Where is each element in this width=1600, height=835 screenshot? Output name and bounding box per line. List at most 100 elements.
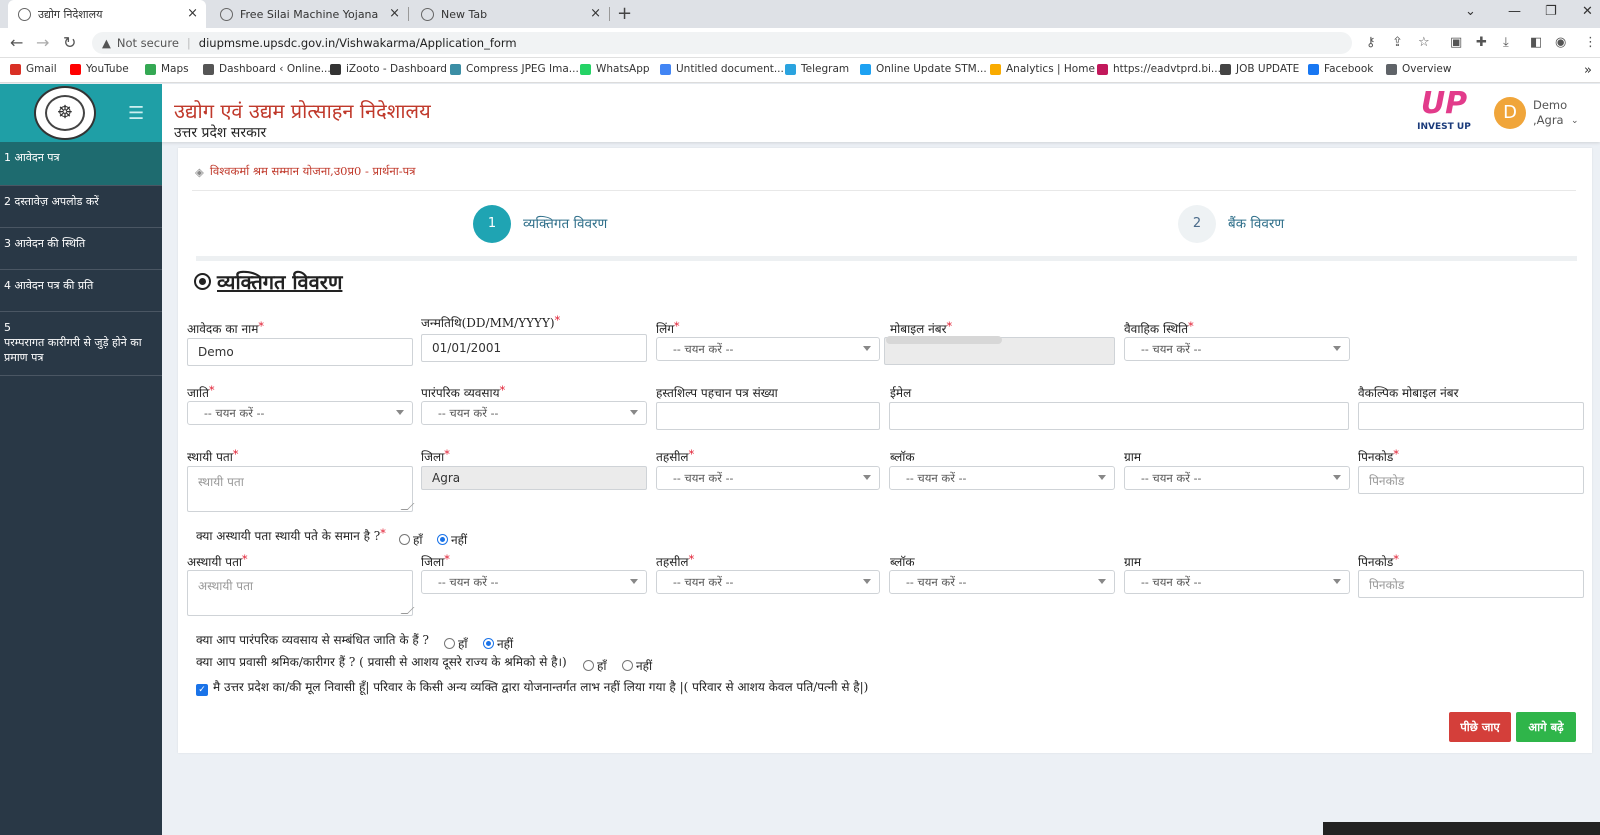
declaration-checkbox[interactable]: ✓ [196, 684, 208, 696]
same-address-no-radio[interactable]: नहीं [437, 531, 467, 548]
dropdown-arrow-icon [630, 410, 638, 415]
browser-tab[interactable]: उद्योग निदेशालय × [8, 0, 206, 28]
temp-village-select[interactable]: -- चयन करें -- [1124, 570, 1350, 594]
extension-icon[interactable]: ▣ [1450, 35, 1462, 50]
key-icon[interactable]: ⚷ [1366, 35, 1376, 50]
whatsapp-icon [580, 63, 591, 75]
menu-dots-icon[interactable]: ⋮ [1584, 35, 1597, 50]
required-mark: * [946, 320, 953, 333]
twitter-icon [860, 63, 871, 75]
craft-id-label: हस्तशिल्प पहचान पत्र संख्या [656, 386, 778, 400]
perm-address-field[interactable]: स्थायी पता [187, 466, 413, 512]
download-icon[interactable]: ⤓ [1503, 35, 1509, 50]
user-menu[interactable]: Demo ,Agra ⌄ [1533, 98, 1579, 128]
radio-circle-icon [437, 534, 448, 545]
marital-status-select[interactable]: -- चयन करें -- [1124, 337, 1350, 361]
alt-mobile-field[interactable] [1358, 402, 1584, 430]
bookmark-izooto[interactable]: iZooto - Dashboard [330, 63, 447, 75]
bookmark-youtube[interactable]: YouTube [70, 63, 129, 75]
forward-arrow-icon[interactable]: → [36, 33, 49, 52]
bookmark-telegram[interactable]: Telegram [785, 63, 849, 75]
temp-block-select[interactable]: -- चयन करें -- [889, 570, 1115, 594]
window-close-icon[interactable]: ✕ [1582, 4, 1593, 19]
url-text: diupmsme.upsdc.gov.in/Vishwakarma/Applic… [198, 36, 517, 50]
dob-field[interactable]: 01/01/2001 [421, 334, 647, 362]
bookmark-online-update[interactable]: Online Update STM... [860, 63, 987, 75]
sidebar-item-upload-documents[interactable]: 2 दस्तावेज़ अपलोड करें [0, 186, 162, 228]
bookmark-compress-jpeg[interactable]: Compress JPEG Ima... [450, 63, 579, 75]
gender-label: लिंग* [656, 320, 680, 336]
breadcrumb-text: विश्वकर्मा श्रम सम्मान योजना,उ0प्र0 - प्… [209, 164, 416, 178]
dropdown-arrow-icon [1098, 475, 1106, 480]
bookmark-dashboard[interactable]: Dashboard ‹ Online... [203, 63, 331, 75]
required-mark: * [242, 553, 248, 566]
sidebar-item-craft-certificate[interactable]: 5 परम्परागत कारीगरी से जुड़े होने का प्र… [0, 312, 162, 376]
tab-search-icon[interactable]: ⌄ [1465, 4, 1476, 19]
sidebar-item-application-form[interactable]: 1 आवेदन पत्र [0, 142, 162, 186]
caste-select[interactable]: -- चयन करें -- [187, 401, 413, 425]
email-field[interactable] [889, 402, 1349, 430]
bookmark-gmail[interactable]: Gmail [10, 63, 57, 75]
bookmark-maps[interactable]: Maps [145, 63, 189, 75]
temp-tehsil-select[interactable]: -- चयन करें -- [656, 570, 880, 594]
step-1-indicator[interactable]: 1 [473, 205, 511, 243]
perm-tehsil-select[interactable]: -- चयन करें -- [656, 466, 880, 490]
close-icon[interactable]: × [389, 6, 400, 21]
puzzle-icon[interactable]: ✚ [1476, 35, 1487, 50]
close-icon[interactable]: × [590, 6, 601, 21]
hamburger-menu-icon[interactable]: ☰ [128, 103, 144, 124]
minimize-icon[interactable]: — [1508, 4, 1521, 19]
step-1-label[interactable]: व्यक्तिगत विवरण [523, 214, 607, 232]
sidebar-item-application-status[interactable]: 3 आवेदन की स्थिति [0, 228, 162, 270]
reload-icon[interactable]: ↻ [63, 33, 76, 52]
step-2-label[interactable]: बैंक विवरण [1228, 214, 1284, 232]
migrant-no-radio[interactable]: नहीं [622, 657, 652, 674]
avatar[interactable]: D [1494, 97, 1526, 129]
bookmark-job-update[interactable]: JOB UPDATE [1220, 63, 1299, 75]
more-bookmarks-button[interactable]: » [1584, 63, 1592, 78]
gender-select[interactable]: -- चयन करें -- [656, 337, 880, 361]
back-arrow-icon[interactable]: ← [10, 33, 23, 52]
bookmark-facebook[interactable]: Facebook [1308, 63, 1373, 75]
back-button[interactable]: पीछे जाए [1449, 712, 1511, 742]
temp-district-select[interactable]: -- चयन करें -- [421, 570, 647, 594]
traditional-caste-no-radio[interactable]: नहीं [483, 635, 513, 652]
migrant-yes-radio[interactable]: हाँ [583, 657, 606, 674]
bookmark-eadvtprd[interactable]: https://eadvtprd.bi... [1097, 63, 1221, 75]
temp-address-field[interactable]: अस्थायी पता [187, 570, 413, 616]
perm-block-select[interactable]: -- चयन करें -- [889, 466, 1115, 490]
star-icon[interactable]: ☆ [1418, 35, 1430, 50]
traditional-caste-yes-radio[interactable]: हाँ [444, 635, 467, 652]
layers-icon: ◈ [195, 164, 204, 179]
dob-label: जन्मतिथि(DD/MM/YYYY)* [421, 314, 561, 330]
new-tab-button[interactable]: + [617, 3, 632, 24]
required-mark: * [380, 527, 386, 540]
temp-pincode-field[interactable]: पिनकोड [1358, 570, 1584, 598]
next-button[interactable]: आगे बढ़े [1516, 712, 1576, 742]
restore-icon[interactable]: ❐ [1545, 4, 1557, 19]
bookmark-whatsapp[interactable]: WhatsApp [580, 63, 650, 75]
required-mark: * [232, 448, 239, 461]
traditional-trade-label: पारंपरिक व्यवसाय* [421, 384, 506, 400]
applicant-name-field[interactable]: Demo [187, 338, 413, 366]
close-icon[interactable]: × [187, 6, 198, 21]
sidepanel-icon[interactable]: ◧ [1530, 35, 1542, 50]
up-government-emblem-icon[interactable]: ☸ [34, 86, 96, 140]
bookmark-overview[interactable]: Overview [1386, 63, 1451, 75]
site-title: उद्योग एवं उद्यम प्रोत्साहन निदेशालय [174, 99, 431, 123]
share-icon[interactable]: ⇪ [1392, 35, 1403, 50]
bookmark-untitled-document[interactable]: Untitled document... [660, 63, 784, 75]
profile-icon[interactable]: ◉ [1555, 35, 1566, 50]
craft-id-field[interactable] [656, 402, 880, 430]
sidebar-item-application-copy[interactable]: 4 आवेदन पत्र की प्रति [0, 270, 162, 312]
browser-tab[interactable]: Free Silai Machine Yojana × [210, 0, 408, 28]
traditional-trade-select[interactable]: -- चयन करें -- [421, 401, 647, 425]
perm-village-select[interactable]: -- चयन करें -- [1124, 466, 1350, 490]
browser-tab[interactable]: New Tab × [411, 0, 609, 28]
step-2-indicator[interactable]: 2 [1178, 205, 1216, 243]
bookmark-analytics[interactable]: Analytics | Home [990, 63, 1095, 75]
same-address-yes-radio[interactable]: हाँ [399, 531, 422, 548]
dropdown-arrow-icon [630, 579, 638, 584]
perm-pincode-field[interactable]: पिनकोड [1358, 466, 1584, 494]
url-bar[interactable]: ▲ Not secure | diupmsme.upsdc.gov.in/Vis… [92, 32, 1352, 54]
